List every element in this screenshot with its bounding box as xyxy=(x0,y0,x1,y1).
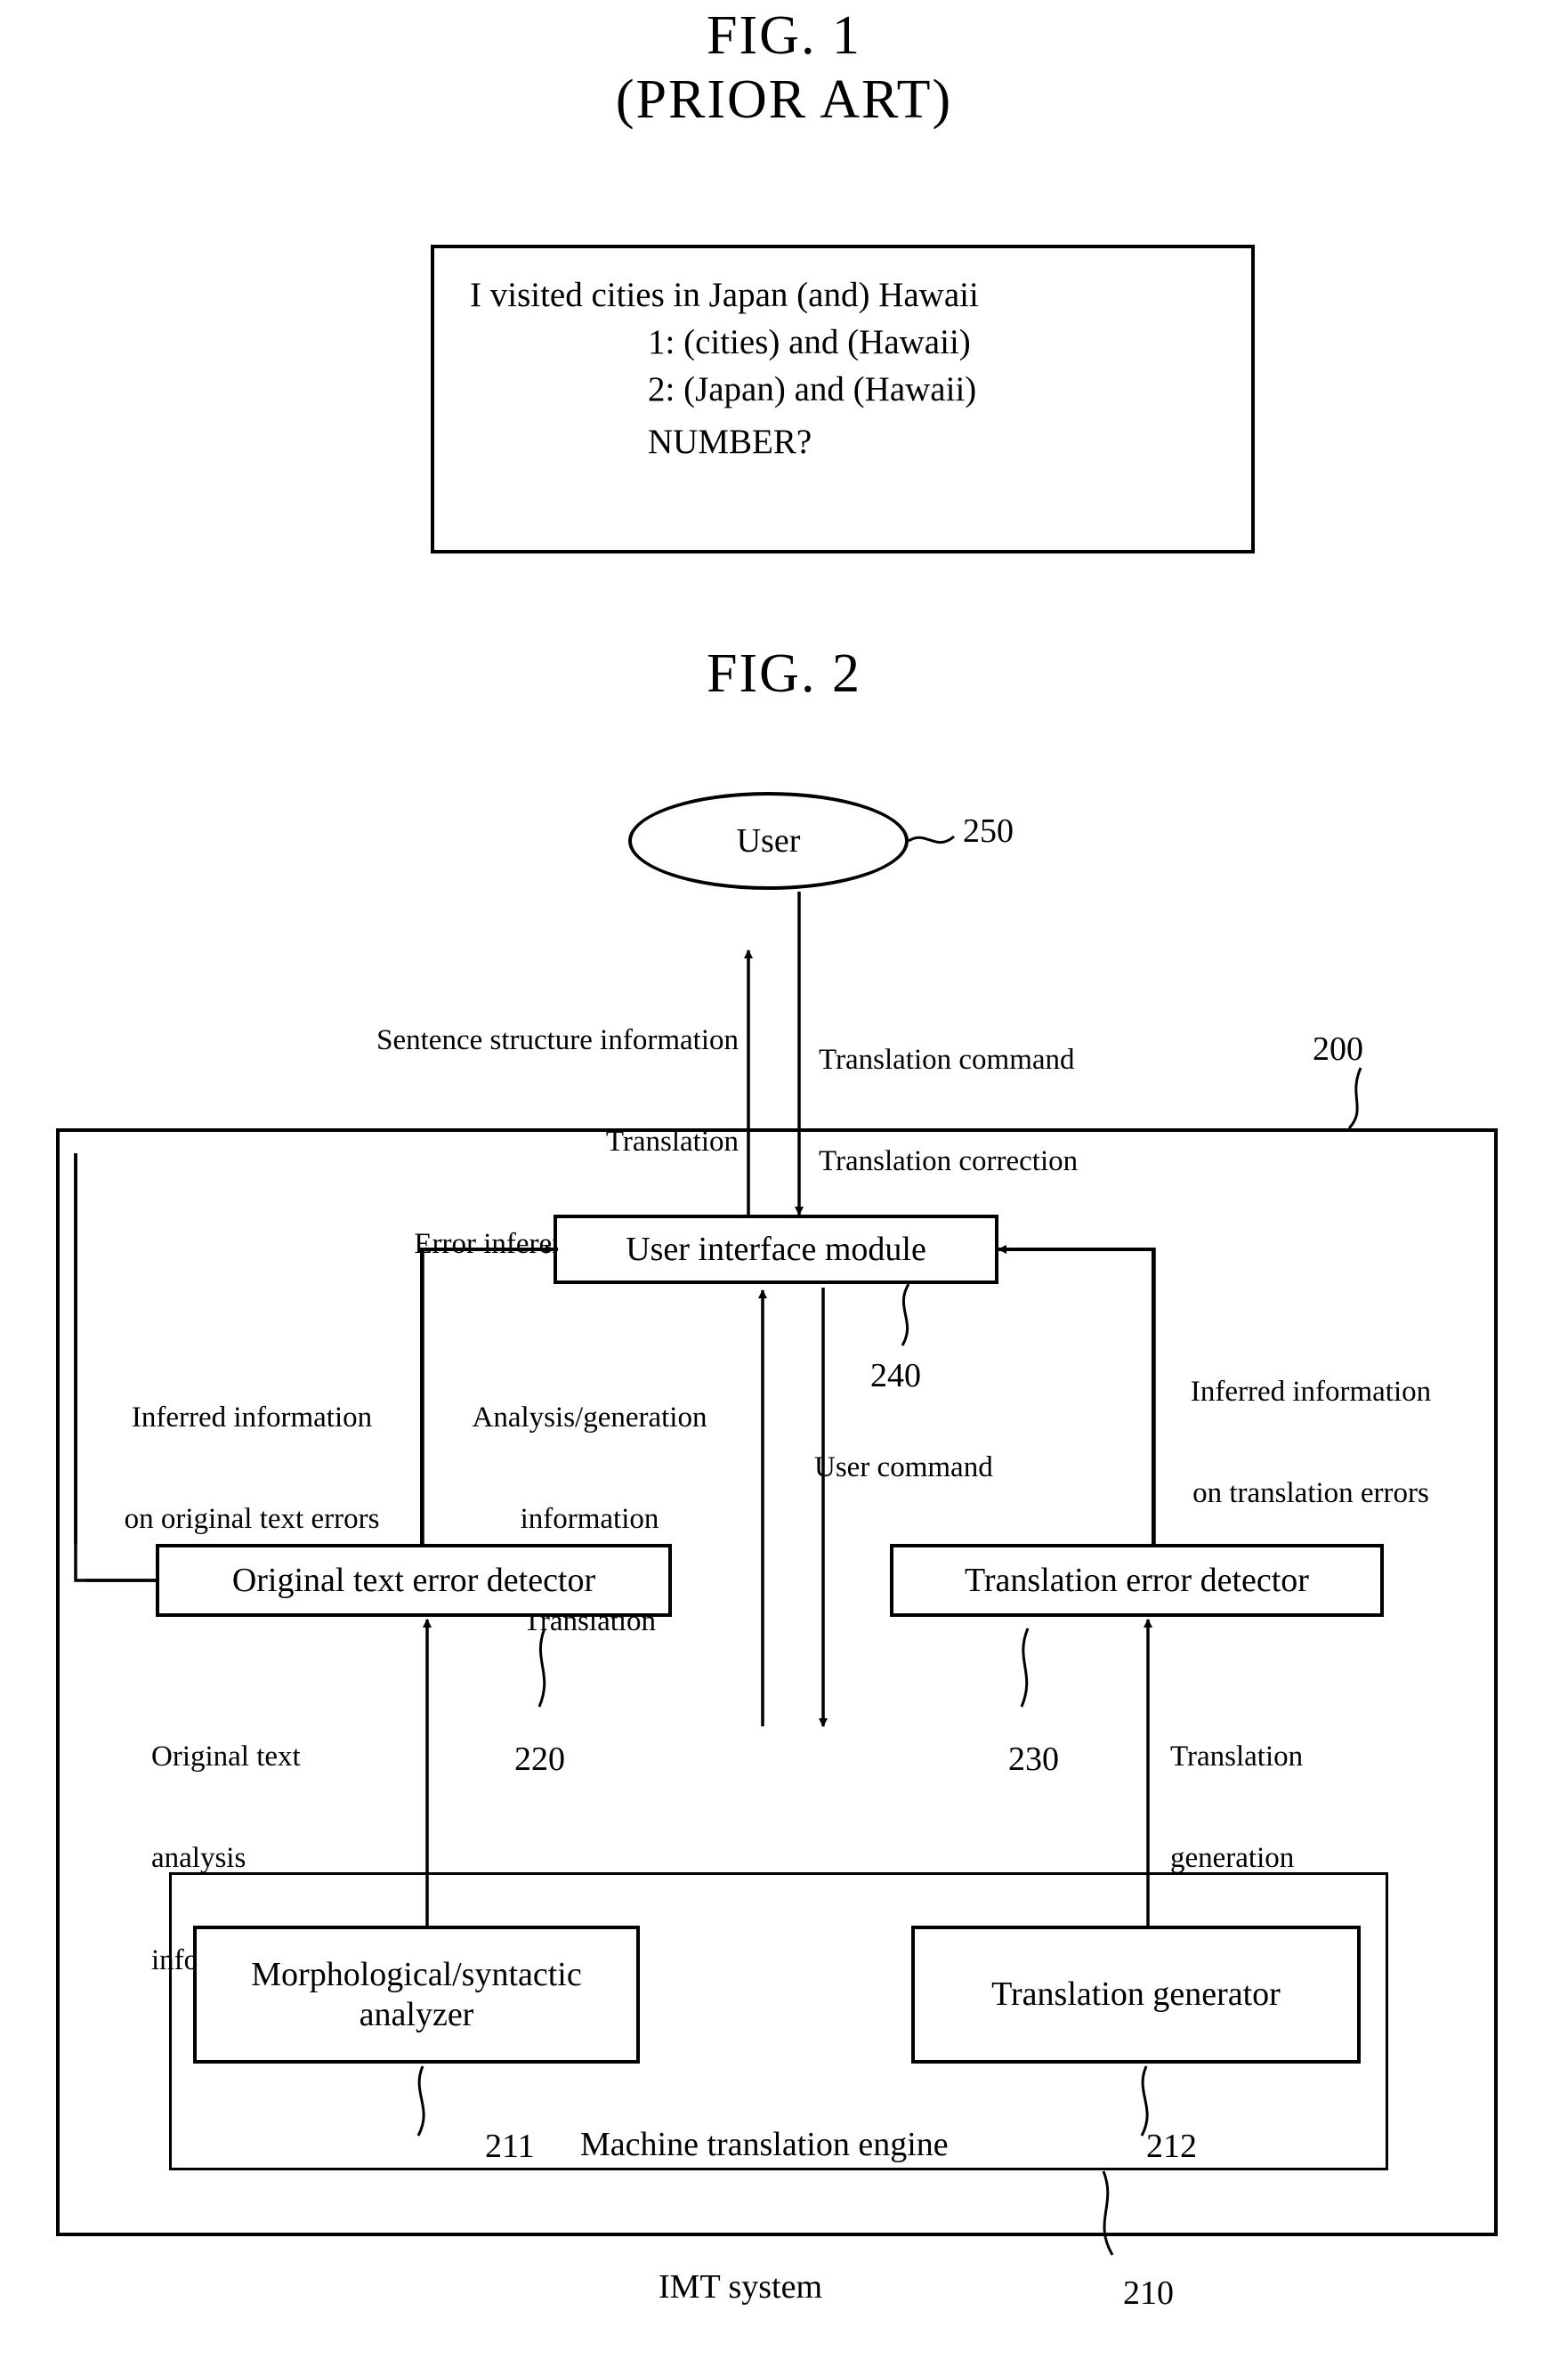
user-node-label: User xyxy=(736,822,801,860)
figure1-sentence-line: I visited cities in Japan (and) Hawaii xyxy=(470,276,979,314)
right-feedback-line-vertical xyxy=(1152,1249,1155,1547)
patent-figure-page: FIG. 1 (PRIOR ART) I visited cities in J… xyxy=(0,0,1568,2359)
edge-label-original-analysis-line1: Original text xyxy=(151,1740,301,1773)
imt-system-ref: 210 xyxy=(1123,2274,1174,2312)
original-text-error-detector-label: Original text error detector xyxy=(231,1561,596,1599)
edge-label-from-user-line1: Translation command xyxy=(819,1043,1075,1076)
edge-label-left-inferred-line1: Inferred information xyxy=(131,1401,373,1434)
translation-error-detector-label: Translation error detector xyxy=(965,1561,1309,1599)
machine-translation-engine-caption: Machine translation engine xyxy=(580,2126,949,2163)
figure2-title: FIG. 2 xyxy=(707,643,861,704)
user-interface-module-label: User interface module xyxy=(626,1230,926,1268)
user-interface-module-ref: 240 xyxy=(870,1357,921,1394)
analyzer-ref: 211 xyxy=(485,2128,535,2165)
morphological-syntactic-analyzer-box: Morphological/syntactic analyzer xyxy=(193,1926,640,2064)
figure1-option1-line: 1: (cities) and (Hawaii) xyxy=(648,323,971,361)
user-interface-module-box: User interface module xyxy=(554,1215,998,1284)
edge-label-user-command: User command xyxy=(814,1451,993,1483)
system-box-ref: 200 xyxy=(1313,1030,1363,1068)
translation-error-detector-box: Translation error detector xyxy=(890,1544,1384,1617)
edge-label-original-analysis-line2: analysis xyxy=(151,1842,247,1875)
translation-generator-ref: 212 xyxy=(1146,2128,1197,2165)
edge-label-analysis-generation: Analysis/generation information Translat… xyxy=(436,1332,743,1707)
original-text-error-detector-ref: 220 xyxy=(514,1741,565,1778)
translation-generator-box: Translation generator xyxy=(911,1926,1361,2064)
translation-generator-label: Translation generator xyxy=(991,1975,1281,2014)
figure1-number-prompt-line: NUMBER? xyxy=(648,423,812,461)
original-text-error-detector-box: Original text error detector xyxy=(156,1544,672,1617)
analyzer-line2: analyzer xyxy=(359,1995,474,2033)
figure1-title-line2: (PRIOR ART) xyxy=(615,69,953,130)
edge-label-right-inferred: Inferred information on translation erro… xyxy=(1137,1306,1484,1579)
right-feedback-line-horizontal xyxy=(995,1248,1155,1251)
imt-system-caption: IMT system xyxy=(659,2268,823,2306)
edge-label-translation-generation-line1: Translation xyxy=(1170,1740,1304,1773)
analyzer-line1: Morphological/syntactic xyxy=(251,1955,582,1993)
edge-label-left-inferred-line2: on original text errors xyxy=(124,1503,380,1536)
figure1-example-box: I visited cities in Japan (and) Hawaii 1… xyxy=(431,245,1255,553)
edge-label-right-inferred-line2: on translation errors xyxy=(1192,1477,1429,1510)
edge-label-analysis-generation-line2: information xyxy=(520,1503,659,1536)
edge-label-to-user-line1: Sentence structure information xyxy=(376,1023,739,1056)
left-feedback-line-vertical xyxy=(420,1249,424,1547)
figure1-option2-line: 2: (Japan) and (Hawaii) xyxy=(648,370,977,408)
user-node-ref: 250 xyxy=(963,812,1014,850)
user-node: User xyxy=(628,792,909,890)
morphological-syntactic-analyzer-label: Morphological/syntactic analyzer xyxy=(251,1955,581,2035)
edge-label-analysis-generation-line1: Analysis/generation xyxy=(472,1401,707,1434)
figure1-title-line1: FIG. 1 xyxy=(707,5,861,66)
left-feedback-line-horizontal xyxy=(420,1248,558,1251)
translation-error-detector-ref: 230 xyxy=(1008,1741,1059,1778)
edge-label-right-inferred-line1: Inferred information xyxy=(1190,1375,1432,1408)
edge-label-translation-generation-line2: generation xyxy=(1170,1842,1295,1875)
